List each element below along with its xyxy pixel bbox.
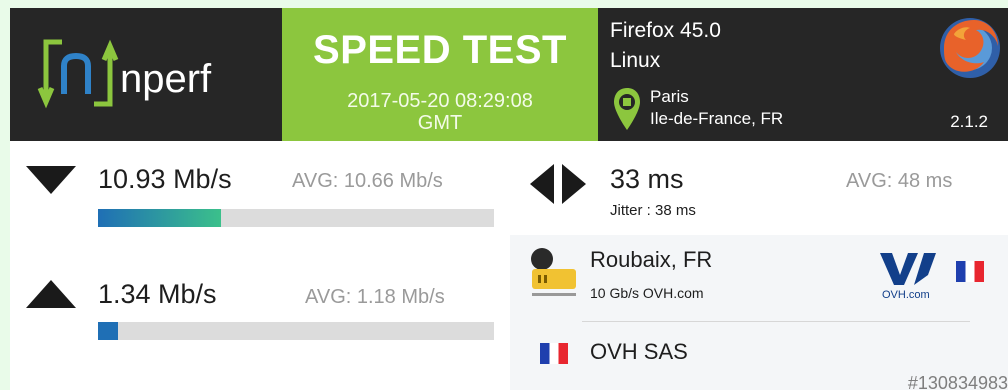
upload-speed-value: 1.34 Mb/s (98, 279, 217, 309)
client-region: Ile-de-France, FR (650, 109, 784, 128)
download-row: 10.93 Mb/s (98, 164, 232, 195)
result-id[interactable]: #130834983 (908, 373, 1008, 390)
latency-avg: AVG: 48 ms (846, 170, 953, 192)
upload-arrow-icon (26, 280, 76, 308)
speed-test-banner: SPEED TEST 2017-05-20 08:29:08 GMT (282, 8, 598, 141)
jitter-row: Jitter : 38 ms (610, 202, 696, 219)
app-version: 2.1.2 (950, 112, 988, 131)
speed-test-result-card: nperf SPEED TEST 2017-05-20 08:29:08 GMT… (10, 8, 1008, 390)
panel-divider (582, 321, 970, 322)
latency-row: 33 ms (610, 164, 684, 195)
latency-icon (530, 164, 586, 204)
page-title: SPEED TEST (313, 28, 567, 72)
location-pin-icon (614, 88, 640, 130)
upload-row: 1.34 Mb/s (98, 279, 217, 310)
jitter-value: Jitter : 38 ms (610, 202, 696, 219)
browser-name: Firefox 45.0 (610, 19, 721, 42)
client-city: Paris (650, 87, 689, 106)
latency-avg-wrap: AVG: 48 ms (846, 170, 952, 193)
server-info-panel: Roubaix, FR 10 Gb/s OVH.com OVH.com OVH … (510, 235, 1008, 390)
isp-country-flag (540, 343, 568, 364)
latency-value: 33 ms (610, 164, 684, 194)
download-avg: AVG: 10.66 Mb/s (292, 170, 443, 192)
download-arrow-icon (26, 166, 76, 194)
upload-avg-wrap: AVG: 1.18 Mb/s (305, 286, 445, 309)
ovh-logo: OVH.com (878, 249, 938, 305)
browser-os: Firefox 45.0 Linux (610, 16, 721, 76)
ovh-logo-icon (880, 253, 936, 285)
upload-progress-bar (98, 322, 494, 340)
download-speed-value: 10.93 Mb/s (98, 164, 232, 194)
upload-avg: AVG: 1.18 Mb/s (305, 286, 445, 308)
server-icon (531, 248, 576, 296)
test-timezone: GMT (417, 112, 463, 134)
ovh-logo-text: OVH.com (882, 289, 930, 301)
server-location: Roubaix, FR (590, 247, 713, 272)
upload-progress-fill (98, 322, 118, 340)
result-header: nperf SPEED TEST 2017-05-20 08:29:08 GMT… (10, 8, 1008, 141)
logo-wordmark: nperf (120, 57, 212, 101)
download-progress-bar (98, 209, 494, 227)
server-country-flag (956, 261, 984, 282)
nperf-logo: nperf (10, 8, 282, 141)
download-avg-wrap: AVG: 10.66 Mb/s (292, 170, 443, 193)
test-date: 2017-05-20 08:29:08 (347, 90, 533, 112)
client-location: Paris Ile-de-France, FR (650, 86, 783, 130)
client-info: Firefox 45.0 Linux Paris Ile-de-France, … (598, 8, 1008, 141)
download-progress-fill (98, 209, 221, 227)
test-datetime: 2017-05-20 08:29:08 GMT (282, 90, 598, 134)
firefox-icon (940, 18, 1000, 78)
isp-name: OVH SAS (590, 339, 688, 364)
os-name: Linux (610, 49, 661, 72)
server-link: 10 Gb/s OVH.com (590, 285, 704, 301)
nperf-logo-graphic: nperf (37, 39, 212, 109)
